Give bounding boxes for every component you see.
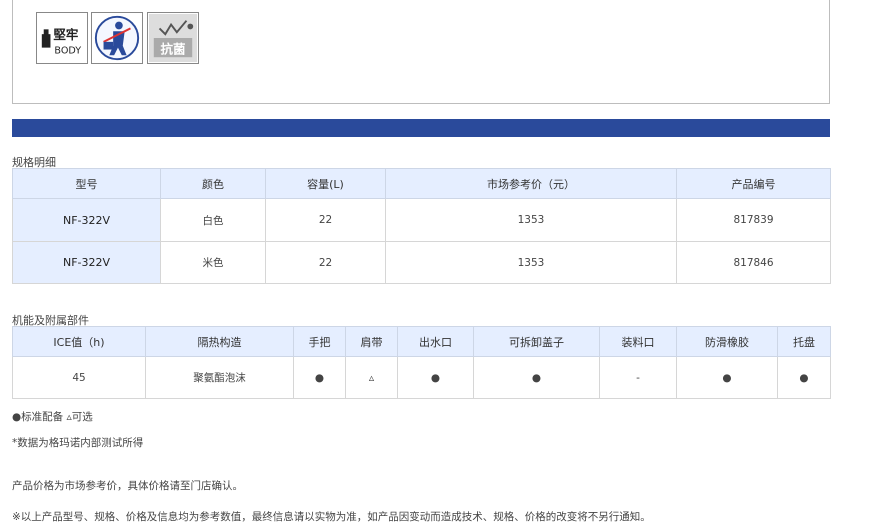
table-row: NF-322V 白色 22 1353 817839 (12, 198, 831, 242)
features-header-row: ICE值（h) 隔热构造 手把 肩带 出水口 可拆卸盖子 装料口 防滑橡胶 托盘 (12, 326, 831, 357)
badge-antibacterial-cn: 抗菌 (160, 41, 186, 56)
spec-header-row: 型号 颜色 容量(L) 市场参考价（元） 产品编号 (12, 168, 831, 199)
spec-color: 白色 (160, 198, 266, 242)
features-spout-value: ● (397, 356, 474, 399)
features-tray-value: ● (777, 356, 831, 399)
spec-table: 型号 颜色 容量(L) 市场参考价（元） 产品编号 NF-322V 白色 22 … (12, 168, 831, 284)
spec-code: 817846 (676, 241, 831, 284)
spec-color: 米色 (160, 241, 266, 284)
features-header-handle: 手把 (293, 326, 346, 357)
spec-header-price: 市场参考价（元） (385, 168, 677, 199)
spec-price: 1353 (385, 198, 677, 242)
features-header-ice: ICE值（h) (12, 326, 146, 357)
features-table: ICE值（h) 隔热构造 手把 肩带 出水口 可拆卸盖子 装料口 防滑橡胶 托盘… (12, 326, 831, 399)
shoulder-strap-badge (91, 12, 143, 64)
badge-durable-en: BODY (54, 45, 81, 56)
features-inlet-value: - (599, 356, 677, 399)
features-lid-value: ● (473, 356, 600, 399)
legend-note: ●标准配备 ▵可选 (12, 411, 93, 423)
spec-model: NF-322V (12, 198, 161, 242)
table-row: NF-322V 米色 22 1353 817846 (12, 241, 831, 284)
spec-price: 1353 (385, 241, 677, 284)
features-header-inlet: 装料口 (599, 326, 677, 357)
antibacterial-badge: 抗菌 (147, 12, 199, 64)
disclaimer-note: ※以上产品型号、规格、价格及信息均为参考数值，最终信息请以实物为准，如产品因变动… (12, 511, 651, 523)
durable-body-badge: 堅牢 BODY (36, 12, 88, 64)
spec-header-capacity: 容量(L) (265, 168, 386, 199)
features-insulation-value: 聚氨酯泡沫 (145, 356, 294, 399)
features-header-lid: 可拆卸盖子 (473, 326, 600, 357)
table-row: 45 聚氨酯泡沫 ● ▵ ● ● - ● ● (12, 356, 831, 399)
features-ice-value: 45 (12, 356, 146, 399)
features-strap-value: ▵ (345, 356, 398, 399)
features-rubber-value: ● (676, 356, 778, 399)
price-note: 产品价格为市场参考价，具体价格请至门店确认。 (12, 480, 243, 492)
spec-model: NF-322V (12, 241, 161, 284)
spec-capacity: 22 (265, 241, 386, 284)
data-source-note: *数据为格玛诺内部测试所得 (12, 437, 144, 449)
features-header-rubber: 防滑橡胶 (676, 326, 778, 357)
features-header-spout: 出水口 (397, 326, 474, 357)
features-handle-value: ● (293, 356, 346, 399)
spec-header-color: 颜色 (160, 168, 266, 199)
spec-header-model: 型号 (12, 168, 161, 199)
badge-durable-cn: 堅牢 (53, 27, 78, 42)
features-header-strap: 肩带 (345, 326, 398, 357)
spec-capacity: 22 (265, 198, 386, 242)
features-header-insulation: 隔热构造 (145, 326, 294, 357)
durable-body-icon: 堅牢 BODY (37, 13, 87, 63)
spec-code: 817839 (676, 198, 831, 242)
antibacterial-icon: 抗菌 (148, 13, 198, 63)
features-header-tray: 托盘 (777, 326, 831, 357)
shoulder-strap-person-icon (94, 15, 140, 61)
spec-header-code: 产品编号 (676, 168, 831, 199)
section-divider-bar (12, 119, 830, 137)
product-feature-panel: 堅牢 BODY 抗菌 (12, 0, 830, 104)
